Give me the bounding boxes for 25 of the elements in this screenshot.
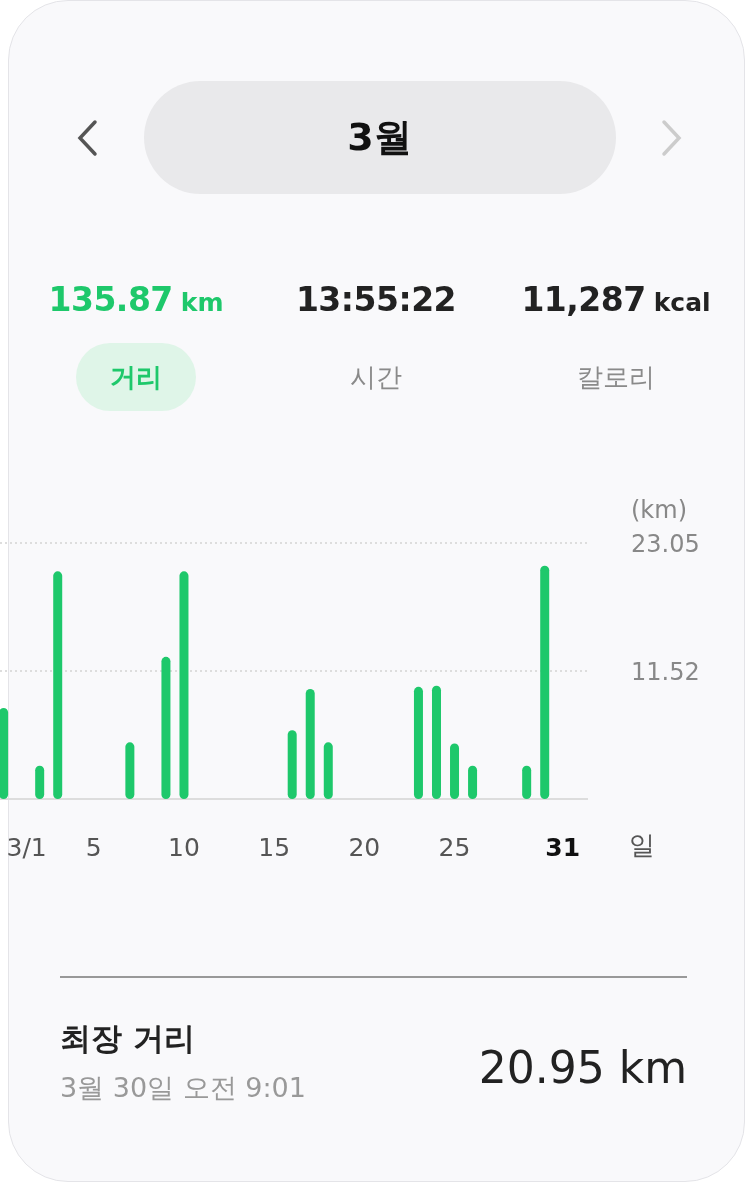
chevron-right-icon bbox=[661, 118, 683, 157]
metric-tab[interactable]: 시간 bbox=[316, 343, 436, 411]
metric-tab[interactable]: 거리 bbox=[76, 343, 196, 411]
chevron-left-icon bbox=[76, 118, 98, 157]
stat-value: 135.87 bbox=[48, 280, 173, 319]
x-tick-label: 20 bbox=[348, 833, 381, 862]
month-title[interactable]: 3월 bbox=[143, 81, 616, 194]
stat-unit: kcal bbox=[653, 288, 711, 317]
y-tick-label: 23.05 bbox=[631, 530, 700, 558]
x-tick-label: 3/1 bbox=[6, 833, 47, 862]
stat-value: 13:55:22 bbox=[295, 280, 457, 319]
y-tick-label: 11.52 bbox=[631, 658, 700, 687]
record-title: 최장 거리 bbox=[60, 1019, 196, 1058]
record-date: 3월 30일 오전 9:01 bbox=[60, 1071, 306, 1105]
x-tick-label: 31 bbox=[545, 833, 581, 862]
x-tick-label: 5 bbox=[85, 833, 102, 862]
y-axis-unit: (km) bbox=[631, 496, 687, 524]
stat-value: 11,287 bbox=[521, 280, 646, 319]
x-axis-unit: 일 bbox=[629, 830, 655, 860]
x-tick-label: 25 bbox=[438, 833, 471, 862]
x-tick-label: 15 bbox=[258, 833, 291, 862]
record-value: 20.95 km bbox=[478, 1040, 687, 1093]
metric-tab[interactable]: 칼로리 bbox=[556, 343, 676, 411]
x-tick-label: 10 bbox=[168, 833, 200, 862]
stat-unit: km bbox=[180, 288, 224, 317]
